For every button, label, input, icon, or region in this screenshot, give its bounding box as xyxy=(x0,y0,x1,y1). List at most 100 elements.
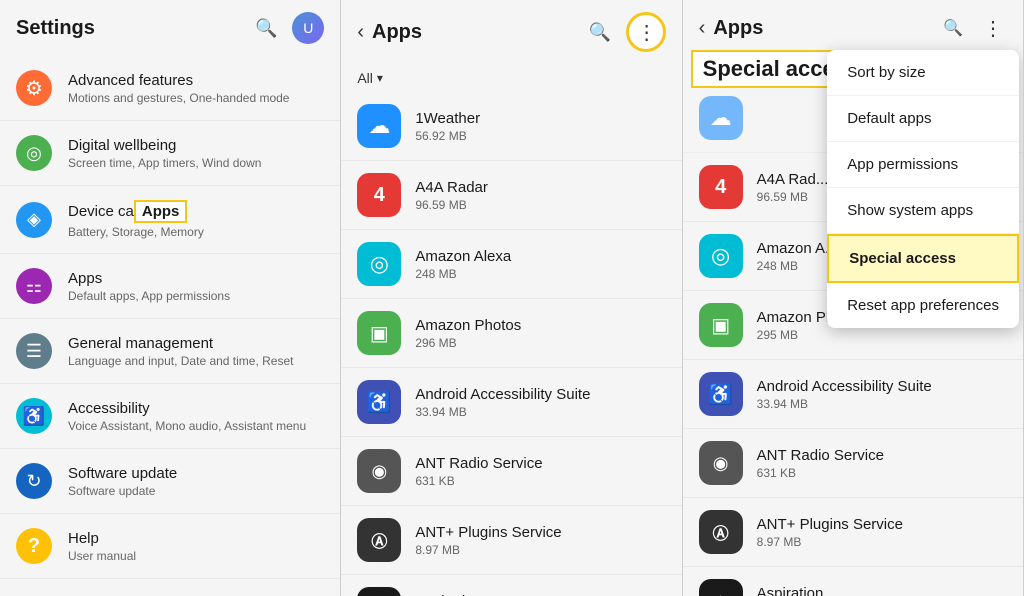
app-menu-size-ant-radio: 631 KB xyxy=(757,466,1007,480)
apps-header-left: ‹ Apps xyxy=(357,21,422,44)
app-icon-accessibility: ♿ xyxy=(357,380,401,424)
apps-menu-title: Apps xyxy=(713,17,763,40)
help-icon: ? xyxy=(16,528,52,564)
general-icon: ☰ xyxy=(16,333,52,369)
app-name-ant-radio: ANT Radio Service xyxy=(415,455,665,472)
app-item-accessibility[interactable]: ♿ Android Accessibility Suite 33.94 MB xyxy=(341,368,681,437)
avatar-letter: U xyxy=(303,20,313,36)
settings-item-help[interactable]: ? Help User manual xyxy=(0,514,340,579)
dropdown-item-sort[interactable]: Sort by size xyxy=(827,50,1019,96)
settings-item-wellbeing[interactable]: ◎ Digital wellbeing Screen time, App tim… xyxy=(0,121,340,186)
app-size-ant-radio: 631 KB xyxy=(415,474,665,488)
apps-header-icons: 🔍 ↓ ⋮ xyxy=(586,12,666,52)
app-info-a4a: A4A Radar 96.59 MB xyxy=(415,179,665,212)
dropdown-item-special[interactable]: Special access xyxy=(827,234,1019,283)
settings-item-advanced[interactable]: ⚙ Advanced features Motions and gestures… xyxy=(0,56,340,121)
app-icon-photos: ▣ xyxy=(357,311,401,355)
app-item-ant-radio[interactable]: ◉ ANT Radio Service 631 KB xyxy=(341,437,681,506)
apps-dropdown-menu: Sort by size Default apps App permission… xyxy=(827,50,1019,328)
settings-item-apps[interactable]: ⚏ Apps Default apps, App permissions xyxy=(0,254,340,319)
settings-item-accessibility[interactable]: ♿ Accessibility Voice Assistant, Mono au… xyxy=(0,384,340,449)
software-title: Software update xyxy=(68,465,324,482)
app-menu-size-photos: 295 MB xyxy=(757,328,1007,342)
app-item-photos[interactable]: ▣ Amazon Photos 296 MB xyxy=(341,299,681,368)
settings-item-device[interactable]: ◈ Device caApps Battery, Storage, Memory xyxy=(0,186,340,254)
general-subtitle: Language and input, Date and time, Reset xyxy=(68,354,324,368)
app-info-ant-plus: ANT+ Plugins Service 8.97 MB xyxy=(415,524,665,557)
apps-filter-chip[interactable]: All ▾ xyxy=(357,70,383,86)
settings-search-icon[interactable]: 🔍 xyxy=(252,14,280,42)
app-name-accessibility: Android Accessibility Suite xyxy=(415,386,665,403)
apps-menu-search-icon[interactable]: 🔍 xyxy=(939,14,967,42)
wellbeing-icon: ◎ xyxy=(16,135,52,171)
apps-search-icon[interactable]: 🔍 xyxy=(586,18,614,46)
help-subtitle: User manual xyxy=(68,549,324,563)
help-text: Help User manual xyxy=(68,530,324,563)
settings-item-software[interactable]: ↻ Software update Software update xyxy=(0,449,340,514)
accessibility-icon: ♿ xyxy=(16,398,52,434)
app-menu-icon-accessibility: ♿ xyxy=(699,372,743,416)
wellbeing-subtitle: Screen time, App timers, Wind down xyxy=(68,156,324,170)
app-menu-item-ant-plus[interactable]: Ⓐ ANT+ Plugins Service 8.97 MB xyxy=(683,498,1023,567)
app-item-ant-plus[interactable]: Ⓐ ANT+ Plugins Service 8.97 MB xyxy=(341,506,681,575)
app-menu-icon-alexa: ◎ xyxy=(699,234,743,278)
settings-item-general[interactable]: ☰ General management Language and input,… xyxy=(0,319,340,384)
apps-panel: ‹ Apps 🔍 ↓ ⋮ All ▾ ☁ 1Weather 56.92 MB xyxy=(341,0,682,596)
apps-menu-back-button[interactable]: ‹ xyxy=(699,17,706,40)
app-menu-icon-photos: ▣ xyxy=(699,303,743,347)
app-name-ant-plus: ANT+ Plugins Service xyxy=(415,524,665,541)
apps-threedot-button[interactable]: ⋮ xyxy=(626,12,666,52)
filter-label: All xyxy=(357,70,373,86)
app-menu-icon-aspiration: ▲ xyxy=(699,579,743,596)
device-icon: ◈ xyxy=(16,202,52,238)
apps-filter-row: All ▾ xyxy=(341,64,681,92)
threedot-icon: ⋮ xyxy=(637,20,655,45)
app-menu-size-accessibility: 33.94 MB xyxy=(757,397,1007,411)
app-size-a4a: 96.59 MB xyxy=(415,198,665,212)
app-item-aspiration[interactable]: ▲ Aspiration 115 MB xyxy=(341,575,681,596)
device-text: Device caApps Battery, Storage, Memory xyxy=(68,200,324,239)
app-info-1weather: 1Weather 56.92 MB xyxy=(415,110,665,143)
app-size-alexa: 248 MB xyxy=(415,267,665,281)
app-size-ant-plus: 8.97 MB xyxy=(415,543,665,557)
app-size-accessibility: 33.94 MB xyxy=(415,405,665,419)
software-text: Software update Software update xyxy=(68,465,324,498)
wellbeing-text: Digital wellbeing Screen time, App timer… xyxy=(68,137,324,170)
device-title: Device caApps xyxy=(68,200,324,223)
software-icon: ↻ xyxy=(16,463,52,499)
advanced-icon: ⚙ xyxy=(16,70,52,106)
app-menu-item-ant-radio[interactable]: ◉ ANT Radio Service 631 KB xyxy=(683,429,1023,498)
app-icon-1weather: ☁ xyxy=(357,104,401,148)
apps-back-button[interactable]: ‹ xyxy=(357,21,364,44)
app-info-ant-radio: ANT Radio Service 631 KB xyxy=(415,455,665,488)
app-menu-name-aspiration: Aspiration xyxy=(757,585,1007,596)
app-icon-ant-plus: Ⓐ xyxy=(357,518,401,562)
apps-menu-threedot-button[interactable]: ⋮ xyxy=(979,14,1007,42)
app-menu-icon-partial: ☁ xyxy=(699,96,743,140)
app-menu-item-accessibility[interactable]: ♿ Android Accessibility Suite 33.94 MB xyxy=(683,360,1023,429)
apps-menu-panel: ‹ Apps 🔍 ⋮ All ▾ Special access Sort by … xyxy=(683,0,1024,596)
app-info-alexa: Amazon Alexa 248 MB xyxy=(415,248,665,281)
app-name-a4a: A4A Radar xyxy=(415,179,665,196)
apps-header: ‹ Apps 🔍 ↓ ⋮ xyxy=(341,0,681,64)
app-menu-item-aspiration[interactable]: ▲ Aspiration 115 MB xyxy=(683,567,1023,596)
app-menu-name-accessibility: Android Accessibility Suite xyxy=(757,378,1007,395)
apps-title: Apps xyxy=(68,270,324,287)
dropdown-item-reset[interactable]: Reset app preferences xyxy=(827,283,1019,328)
advanced-subtitle: Motions and gestures, One-handed mode xyxy=(68,91,324,105)
app-icon-ant-radio: ◉ xyxy=(357,449,401,493)
settings-header-icons: 🔍 U xyxy=(252,12,324,44)
dropdown-item-permissions[interactable]: App permissions xyxy=(827,142,1019,188)
app-menu-size-ant-plus: 8.97 MB xyxy=(757,535,1007,549)
apps-menu-header: ‹ Apps 🔍 ⋮ xyxy=(683,0,1023,56)
dropdown-item-default[interactable]: Default apps xyxy=(827,96,1019,142)
dropdown-item-system[interactable]: Show system apps xyxy=(827,188,1019,234)
app-name-1weather: 1Weather xyxy=(415,110,665,127)
settings-header-left: Settings xyxy=(16,17,95,40)
settings-avatar[interactable]: U xyxy=(292,12,324,44)
accessibility-title: Accessibility xyxy=(68,400,324,417)
app-item-alexa[interactable]: ◎ Amazon Alexa 248 MB xyxy=(341,230,681,299)
app-item-1weather[interactable]: ☁ 1Weather 56.92 MB xyxy=(341,92,681,161)
device-subtitle: Battery, Storage, Memory xyxy=(68,225,324,239)
app-item-a4a[interactable]: 4 A4A Radar 96.59 MB xyxy=(341,161,681,230)
